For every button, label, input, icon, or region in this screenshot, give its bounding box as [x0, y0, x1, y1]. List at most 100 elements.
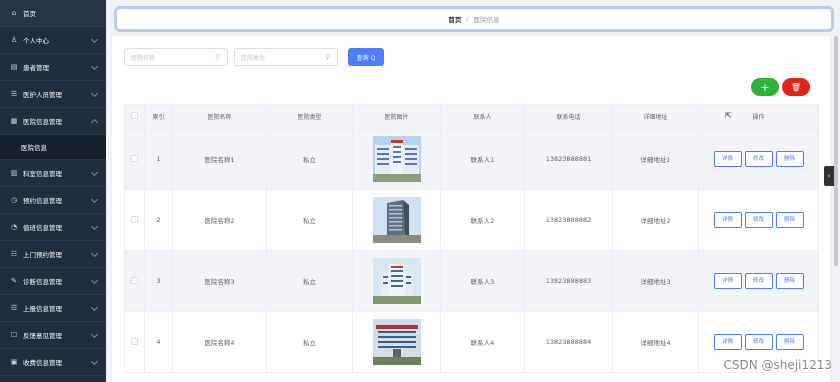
batch-delete-button[interactable]: 🗑 [782, 78, 810, 96]
visit-icon: ☷ [10, 250, 18, 258]
sidebar-item-duty[interactable]: ◔ 值班信息管理 [0, 214, 106, 241]
sidebar-item-home-visit[interactable]: ☷ 上门预约管理 [0, 241, 106, 268]
table-header-row: 索引 医院名称 医院类型 医院图片 联系人 联系电话 详细地址 ⇱ 操作 [124, 104, 819, 129]
detail-button[interactable]: 详情 [713, 273, 742, 289]
sidebar: ⌂ 首页 ♙ 个人中心 ▤ 患者管理 ☰ 医护人员管理 ▦ 医院信息管理 医院信… [0, 0, 106, 382]
hospital-icon: ▦ [10, 117, 18, 125]
delete-button[interactable]: 删除 [775, 151, 804, 167]
cell-contact: 联系人2 [440, 189, 525, 251]
appointment-icon: ◷ [10, 196, 18, 204]
edit-button[interactable]: 修改 [744, 334, 773, 350]
sidebar-item-patients[interactable]: ▤ 患者管理 [0, 54, 106, 81]
edit-button[interactable]: 修改 [744, 273, 773, 289]
breadcrumb-separator: / [466, 15, 469, 23]
breadcrumb-home[interactable]: 首页 [448, 14, 461, 24]
cell-phone: 13823888881 [524, 128, 613, 190]
billing-icon: ▣ [10, 358, 18, 366]
search-button[interactable]: 查询 Q [348, 48, 384, 66]
sidebar-item-diagnosis[interactable]: ✎ 诊断信息管理 [0, 268, 106, 295]
row-checkbox[interactable] [131, 337, 138, 345]
cell-actions: 详情 修改 删除 [698, 128, 819, 190]
search-input-placeholder: 医院名称 [131, 54, 156, 62]
cell-hospital-type: 私立 [266, 250, 353, 312]
cell-hospital-name: 医院名称3 [172, 250, 267, 312]
duty-icon: ◔ [10, 223, 18, 231]
column-header: 联系人 [440, 104, 525, 129]
sidebar-item-department[interactable]: ▥ 科室信息管理 [0, 160, 106, 187]
column-header-actions: ⇱ 操作 [698, 104, 819, 129]
hospital-image[interactable] [372, 136, 421, 182]
sidebar-item-profile[interactable]: ♙ 个人中心 [0, 27, 106, 54]
vertical-scrollbar[interactable] [834, 36, 838, 266]
collapse-handle-icon[interactable]: ‹ [824, 166, 834, 186]
cell-hospital-image [352, 189, 441, 251]
cell-phone: 13823888884 [524, 311, 613, 373]
search-icon: ⚲ [214, 53, 220, 61]
table-row: 3 医院名称3 私立 联系人3 13823888883 详细地址3 详情 修改 … [124, 250, 819, 312]
sidebar-subitem-hospital-info[interactable]: 医院信息 [0, 135, 106, 160]
row-checkbox[interactable] [131, 154, 138, 162]
row-select-cell[interactable] [124, 311, 145, 373]
detail-button[interactable]: 详情 [713, 334, 742, 350]
row-select-cell[interactable] [124, 250, 145, 312]
delete-button[interactable]: 删除 [775, 212, 804, 228]
table-row: 1 医院名称1 私立 联系人1 13823888881 详细地址1 详情 修改 … [124, 128, 819, 190]
edit-button[interactable]: 修改 [744, 212, 773, 228]
cell-index: 3 [144, 250, 173, 312]
row-select-cell[interactable] [124, 128, 145, 190]
hospital-image[interactable] [372, 258, 421, 304]
table-row: 2 医院名称2 私立 联系人2 13823888882 详细地址2 详情 修改 … [124, 189, 819, 251]
select-all-header[interactable] [124, 104, 145, 129]
add-button[interactable]: + [751, 78, 779, 96]
hospital-image[interactable] [372, 319, 421, 365]
cell-hospital-image [352, 311, 441, 373]
cell-address: 详细地址4 [612, 311, 699, 373]
sidebar-item-feedback[interactable]: ☐ 反馈意见管理 [0, 322, 106, 349]
detail-button[interactable]: 详情 [713, 212, 742, 228]
watermark: CSDN @sheji1213 [723, 358, 832, 372]
hospital-type-search-input[interactable]: 医院类型 ⚲ [234, 48, 338, 66]
column-header: 医院名称 [172, 104, 267, 129]
detail-button[interactable]: 详情 [713, 151, 742, 167]
delete-button[interactable]: 删除 [775, 334, 804, 350]
row-checkbox[interactable] [131, 215, 138, 223]
sidebar-item-report[interactable]: ☲ 上报信息管理 [0, 295, 106, 322]
sidebar-item-label: 首页 [23, 10, 36, 18]
table-row: 4 医院名称4 私立 联系人4 13823888884 详细地址4 详情 修改 … [124, 311, 819, 373]
cell-index: 2 [144, 189, 173, 251]
feedback-icon: ☐ [10, 331, 18, 339]
app-root: ⌂ 首页 ♙ 个人中心 ▤ 患者管理 ☰ 医护人员管理 ▦ 医院信息管理 医院信… [0, 0, 840, 382]
staff-icon: ☰ [10, 90, 18, 98]
column-header: 医院图片 [352, 104, 441, 129]
search-input-placeholder: 医院类型 [241, 54, 266, 62]
cell-index: 1 [144, 128, 173, 190]
sidebar-item-hospital[interactable]: ▦ 医院信息管理 [0, 108, 106, 135]
delete-button[interactable]: 删除 [775, 273, 804, 289]
hospital-image[interactable] [372, 197, 421, 243]
cell-contact: 联系人3 [440, 250, 525, 312]
select-all-checkbox[interactable] [131, 112, 138, 119]
content-panel: 医院名称 ⚲ 医院类型 ⚲ 查询 Q + 🗑 索引 医院名称 医院类型 医院图片… [112, 36, 830, 382]
cell-address: 详细地址1 [612, 128, 699, 190]
cell-hospital-name: 医院名称2 [172, 189, 267, 251]
row-checkbox[interactable] [131, 276, 138, 284]
breadcrumb: 首页 / 医院信息 [114, 6, 834, 32]
cell-hospital-type: 私立 [266, 128, 353, 190]
home-icon: ⌂ [11, 9, 17, 17]
cell-actions: 详情 修改 删除 [698, 189, 819, 251]
sidebar-item-appointment[interactable]: ◷ 预约信息管理 [0, 187, 106, 214]
column-header: 详细地址 [612, 104, 699, 129]
edit-button[interactable]: 修改 [744, 151, 773, 167]
row-select-cell[interactable] [124, 189, 145, 251]
sidebar-item-billing[interactable]: ▣ 收费信息管理 [0, 349, 106, 376]
sidebar-item-home[interactable]: ⌂ 首页 [0, 0, 106, 27]
column-header-label: 操作 [752, 114, 765, 121]
sidebar-item-staff[interactable]: ☰ 医护人员管理 [0, 81, 106, 108]
search-bar: 医院名称 ⚲ 医院类型 ⚲ 查询 Q [124, 48, 384, 66]
hospital-name-search-input[interactable]: 医院名称 ⚲ [124, 48, 228, 66]
cell-address: 详细地址2 [612, 189, 699, 251]
cell-hospital-name: 医院名称4 [172, 311, 267, 373]
cell-contact: 联系人1 [440, 128, 525, 190]
breadcrumb-current: 医院信息 [473, 16, 500, 24]
cell-contact: 联系人4 [440, 311, 525, 373]
